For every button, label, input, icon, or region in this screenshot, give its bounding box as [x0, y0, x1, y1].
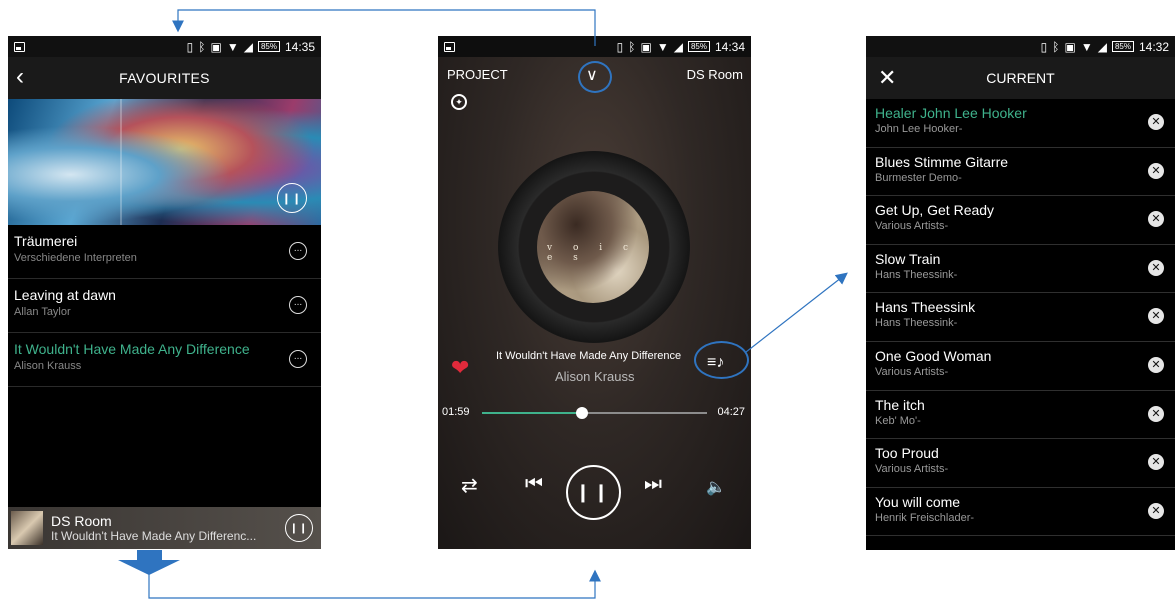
arrow-to-favourites: [172, 9, 596, 46]
down-arrow: [118, 550, 180, 575]
arrow-to-current: [745, 272, 848, 353]
annotation-arrows: [118, 9, 848, 599]
arrow-to-now-playing: [148, 568, 601, 599]
